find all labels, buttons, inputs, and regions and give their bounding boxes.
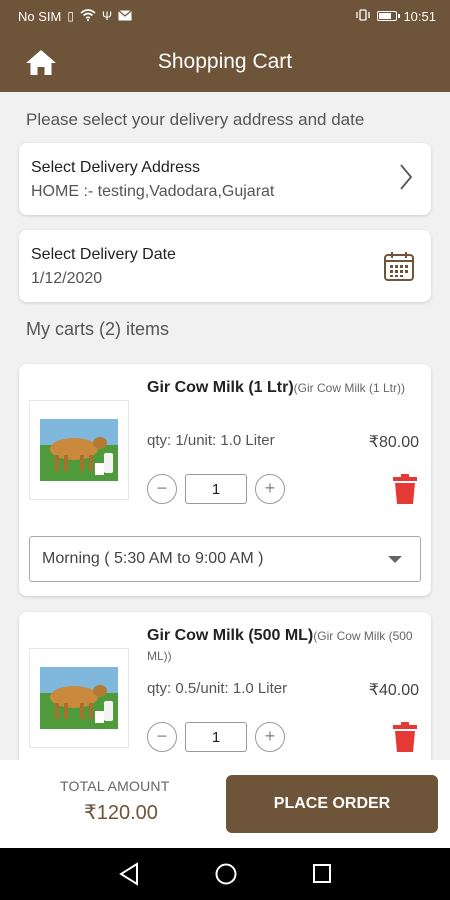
usb-icon: Ψ (101, 9, 112, 23)
delivery-address-card[interactable]: Select Delivery Address HOME :- testing,… (19, 143, 431, 215)
product-image (29, 648, 129, 748)
item-price: ₹40.00 (368, 682, 419, 699)
checkout-bar: TOTAL AMOUNT ₹120.00 PLACE ORDER (0, 760, 450, 848)
quantity-stepper: − + (147, 474, 285, 504)
date-title: Select Delivery Date (31, 246, 176, 263)
increment-button[interactable]: + (255, 722, 285, 752)
product-title: Gir Cow Milk (500 ML) (147, 627, 314, 644)
dropdown-caret-icon (388, 556, 402, 563)
total-label: TOTAL AMOUNT (60, 778, 170, 794)
decrement-button[interactable]: − (147, 474, 177, 504)
home-icon (26, 50, 56, 75)
product-name: Gir Cow Milk (1 Ltr)(Gir Cow Milk (1 Ltr… (147, 378, 419, 398)
status-left: No SIM ▯ Ψ (18, 9, 132, 24)
system-nav-bar (0, 848, 450, 900)
wifi-icon (80, 9, 96, 23)
quantity-unit-text: qty: 0.5/unit: 1.0 Liter (147, 680, 288, 697)
product-name: Gir Cow Milk (500 ML)(Gir Cow Milk (500 … (147, 626, 419, 666)
delivery-slot-dropdown[interactable]: Morning ( 5:30 AM to 9:00 AM ) (29, 536, 421, 582)
chevron-right-icon (400, 164, 413, 190)
calendar-icon (384, 252, 414, 281)
clock-text: 10:51 (403, 8, 436, 24)
cart-heading: My carts (2) items (26, 319, 170, 339)
item-price: ₹80.00 (368, 434, 419, 451)
quantity-input[interactable] (185, 474, 247, 504)
delivery-slot-value: Morning ( 5:30 AM to 9:00 AM ) (42, 550, 264, 567)
page-title: Shopping Cart (157, 50, 293, 73)
home-button[interactable] (24, 46, 58, 78)
mail-icon (118, 9, 132, 23)
sim-icon: ▯ (67, 9, 74, 23)
recents-icon[interactable] (311, 862, 333, 886)
product-image (29, 400, 129, 500)
carrier-text: No SIM (18, 8, 62, 24)
delivery-prompt: Please select your delivery address and … (26, 110, 365, 129)
delivery-date-card[interactable]: Select Delivery Date 1/12/2020 (19, 230, 431, 302)
decrement-button[interactable]: − (147, 722, 177, 752)
home-nav-icon[interactable] (214, 862, 238, 886)
increment-button[interactable]: + (255, 474, 285, 504)
address-title: Select Delivery Address (31, 159, 200, 176)
quantity-stepper: − + (147, 722, 285, 752)
cart-content[interactable]: Please select your delivery address and … (0, 92, 450, 760)
cow-milk-image (40, 419, 118, 481)
status-bar: No SIM ▯ Ψ 10:51 (0, 0, 450, 32)
cart-item: Gir Cow Milk (500 ML)(Gir Cow Milk (500 … (19, 612, 431, 760)
total-amount: ₹120.00 (84, 802, 158, 824)
quantity-unit-text: qty: 1/unit: 1.0 Liter (147, 432, 275, 449)
status-right: 10:51 (355, 9, 436, 24)
date-value: 1/12/2020 (31, 270, 103, 287)
app-bar: Shopping Cart (0, 32, 450, 92)
place-order-button[interactable]: PLACE ORDER (226, 775, 438, 833)
product-title: Gir Cow Milk (1 Ltr) (147, 379, 294, 396)
address-value: HOME :- testing,Vadodara,Gujarat (31, 183, 275, 200)
battery-icon (377, 11, 401, 21)
vibrate-icon (355, 9, 371, 23)
cow-milk-image (40, 667, 118, 729)
quantity-input[interactable] (185, 722, 247, 752)
delete-icon[interactable] (393, 722, 417, 752)
back-icon[interactable] (118, 862, 140, 886)
product-subtitle: (Gir Cow Milk (1 Ltr)) (293, 381, 405, 395)
cart-item: Gir Cow Milk (1 Ltr)(Gir Cow Milk (1 Ltr… (19, 364, 431, 596)
delete-icon[interactable] (393, 474, 417, 504)
